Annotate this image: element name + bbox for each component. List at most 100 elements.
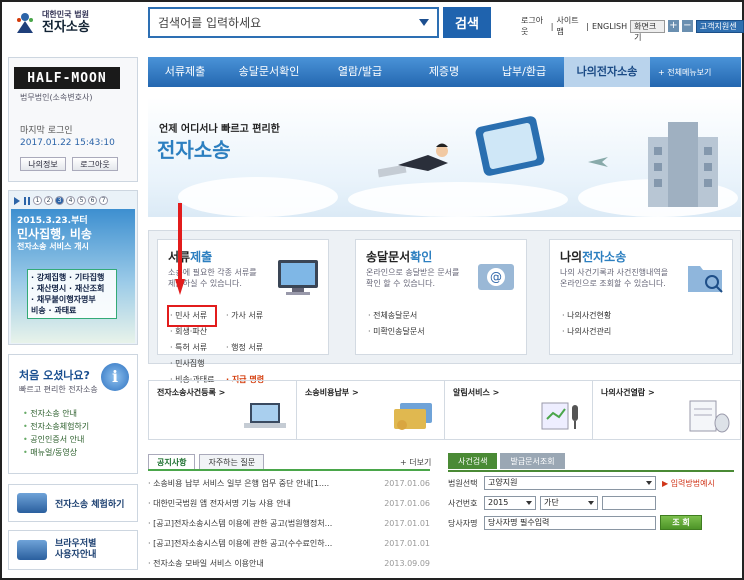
help-center-button[interactable]: 고객지원센터 (695, 19, 744, 42)
service-delivery: 송달문서확인 온라인으로 송달받은 문서를 확인 할 수 있습니다. @ · 전… (355, 239, 527, 355)
credit-card-icon (394, 403, 432, 430)
year-value: 2015 (488, 498, 509, 507)
payment-tile[interactable]: 소송비용납부 > (297, 381, 445, 439)
banner-pager: 1 2 3 4 5 6 7 (13, 196, 108, 205)
case-number-label: 사건번호 (448, 499, 478, 508)
list-item[interactable]: · 대한민국법원 앱 전자서명 기능 사용 안내 2017.01.06 (148, 494, 430, 514)
nav-certificate[interactable]: 제증명 (404, 57, 484, 87)
banner-page-2[interactable]: 2 (44, 196, 53, 205)
my-info-button[interactable]: 나의정보 (20, 157, 66, 171)
bankruptcy-link[interactable]: · 회생·파산 (170, 324, 226, 340)
court-emblem-icon (14, 11, 36, 35)
service-delivery-title[interactable]: 송달문서확인 (366, 248, 432, 265)
promo-banner[interactable]: 1 2 3 4 5 6 7 2015.3.23.부터 민사집행, 비송 전자소송… (8, 190, 138, 345)
trial-link[interactable]: 전자소송체험하기 (23, 420, 89, 433)
more-link[interactable]: + 더보기 (400, 457, 431, 468)
notice-title[interactable]: · 대한민국법원 앱 전자서명 기능 사용 안내 (148, 494, 368, 514)
civil-document-link[interactable]: · 민사 서류 (167, 305, 217, 327)
court-logo[interactable]: 대한민국 법원 전자소송 (14, 10, 90, 35)
year-select[interactable]: 2015 (484, 496, 536, 510)
unchecked-delivery-link[interactable]: · 미확인송달문서 (368, 324, 425, 340)
notice-date: 2017.01.06 (384, 499, 430, 508)
nav-view-issue[interactable]: 열람/발급 (316, 57, 404, 87)
sitemap-link[interactable]: 사이트맵 (557, 15, 584, 37)
certificate-guide-link[interactable]: 공인인증서 안내 (23, 433, 89, 446)
search-button[interactable]: 검색 (443, 7, 491, 38)
tile-label: 알림서비스 > (453, 388, 500, 397)
zoom-out-icon[interactable]: − (681, 20, 693, 32)
notice-title[interactable]: · [공고]전자소송시스템 이용에 관한 공고(수수료인하... (148, 534, 368, 554)
document-mouse-icon (689, 400, 730, 433)
family-document-link[interactable]: · 가사 서류 (226, 308, 282, 324)
banner-page-6[interactable]: 6 (88, 196, 97, 205)
chevron-down-icon[interactable] (419, 19, 429, 26)
nav-service-check[interactable]: 송달문서확인 (222, 57, 316, 87)
notification-tile[interactable]: 알림서비스 > (445, 381, 593, 439)
font-size-label: 화면크기 (630, 19, 665, 42)
nav-my-ecourt[interactable]: 나의전자소송 (564, 57, 650, 87)
all-delivery-link[interactable]: · 전체송달문서 (368, 308, 425, 324)
desc-line: 온라인으로 조회할 수 있습니다. (560, 279, 666, 288)
party-name-input[interactable]: 당사자명 필수입력 (484, 516, 656, 530)
title-plain: 나의 (560, 250, 583, 264)
notice-date: 2013.09.09 (384, 559, 430, 568)
tab-issued-docs[interactable]: 발급문서조회 (500, 453, 565, 469)
manual-video-link[interactable]: 매뉴얼/동영상 (23, 446, 89, 459)
first-visit-title: 처음 오셨나요? (19, 369, 90, 382)
search-submit-button[interactable]: 조 회 (660, 515, 702, 530)
tablet-illustration (475, 116, 545, 176)
tab-case-search[interactable]: 사건검색 (448, 453, 498, 469)
notice-date: 2017.01.01 (384, 519, 430, 528)
court-select[interactable]: 고양지원 (484, 476, 656, 490)
browser-guide-button[interactable]: 브라우저별 사용자안내 (8, 530, 138, 570)
pause-icon[interactable] (23, 196, 31, 205)
notice-title[interactable]: · [공고]전자소송시스템 이용에 관한 공고(법원행정처... (148, 514, 368, 534)
banner-page-3[interactable]: 3 (55, 196, 64, 205)
play-icon[interactable] (13, 196, 21, 205)
nav-document-submit[interactable]: 서류제출 (148, 57, 222, 87)
list-item[interactable]: · 전자소송 모바일 서비스 이용안내 2013.09.09 (148, 554, 430, 574)
service-my-title[interactable]: 나의전자소송 (560, 248, 626, 265)
browser-label-1: 브라우저별 (55, 539, 97, 549)
submit-links: · 민사 서류 · 가사 서류· 회생·파산 · 특허 서류 · 행정 서류· 민사… (167, 305, 328, 388)
nav-payment-refund[interactable]: 납부/환급 (484, 57, 564, 87)
notice-title[interactable]: · 전자소송 모바일 서비스 이용안내 (148, 554, 368, 574)
input-example-link[interactable]: ▶ 입력방법예시 (662, 478, 715, 489)
english-link[interactable]: ENGLISH (592, 22, 627, 31)
banner-list-item: · 채무불이행자명부 (31, 295, 96, 304)
case-search-form: 법원선택 고양지원 ▶ 입력방법예시 사건번호 2015 가단 당사자명 당사자… (448, 470, 734, 530)
notice-title[interactable]: · 소송비용 납부 서비스 일부 은행 업무 중단 안내[1.... (148, 474, 368, 494)
banner-list-item: · 재산명시 · 재산조회 (31, 284, 105, 293)
banner-page-5[interactable]: 5 (77, 196, 86, 205)
case-number-input[interactable] (602, 496, 656, 510)
service-my-desc: 나의 사건기록과 사건진행내역을 온라인으로 조회할 수 있습니다. (560, 267, 668, 289)
experience-button[interactable]: 전자소송 체험하기 (8, 484, 138, 522)
service-my-ecourt: 나의전자소송 나의 사건기록과 사건진행내역을 온라인으로 조회할 수 있습니다… (549, 239, 733, 355)
case-view-tile[interactable]: 나의사건열람 > (593, 381, 740, 439)
list-item[interactable]: · [공고]전자소송시스템 이용에 관한 공고(수수료인하... 2017.01.… (148, 534, 430, 554)
my-case-status-link[interactable]: · 나의사건현황 (562, 308, 611, 324)
case-register-tile[interactable]: 전자소송사건등록 > (149, 381, 297, 439)
list-item[interactable]: · 소송비용 납부 서비스 일부 은행 업무 중단 안내[1.... 2017.0… (148, 474, 430, 494)
patent-document-link[interactable]: · 특허 서류 (170, 340, 226, 356)
zoom-in-icon[interactable]: + (667, 20, 679, 32)
list-item[interactable]: · [공고]전자소송시스템 이용에 관한 공고(법원행정처... 2017.01.… (148, 514, 430, 534)
logout-button[interactable]: 로그아웃 (72, 157, 118, 171)
cloud-shape (348, 182, 568, 217)
logout-link[interactable]: 로그아웃 (521, 15, 548, 37)
case-type-select[interactable]: 가단 (540, 496, 598, 510)
notice-date: 2017.01.06 (384, 479, 430, 488)
banner-page-1[interactable]: 1 (33, 196, 42, 205)
civil-enforcement-link[interactable]: · 민사집행 (170, 356, 226, 372)
banner-page-4[interactable]: 4 (66, 196, 75, 205)
guide-link[interactable]: 전자소송 안내 (23, 407, 89, 420)
tab-faq[interactable]: 자주하는 질문 (199, 454, 265, 470)
tab-notices[interactable]: 공지사항 (148, 454, 196, 470)
top-links: 로그아웃 | 사이트맵 | ENGLISH 화면크기 + − 고객지원센터 (521, 15, 744, 42)
banner-page-7[interactable]: 7 (99, 196, 108, 205)
admin-document-link[interactable]: · 행정 서류 (226, 340, 282, 356)
all-menu-link[interactable]: + 전체메뉴보기 (658, 67, 711, 78)
my-case-manage-link[interactable]: · 나의사건관리 (562, 324, 611, 340)
search-input[interactable]: 검색어를 입력하세요 (148, 7, 439, 38)
cloud-shape (178, 177, 338, 217)
